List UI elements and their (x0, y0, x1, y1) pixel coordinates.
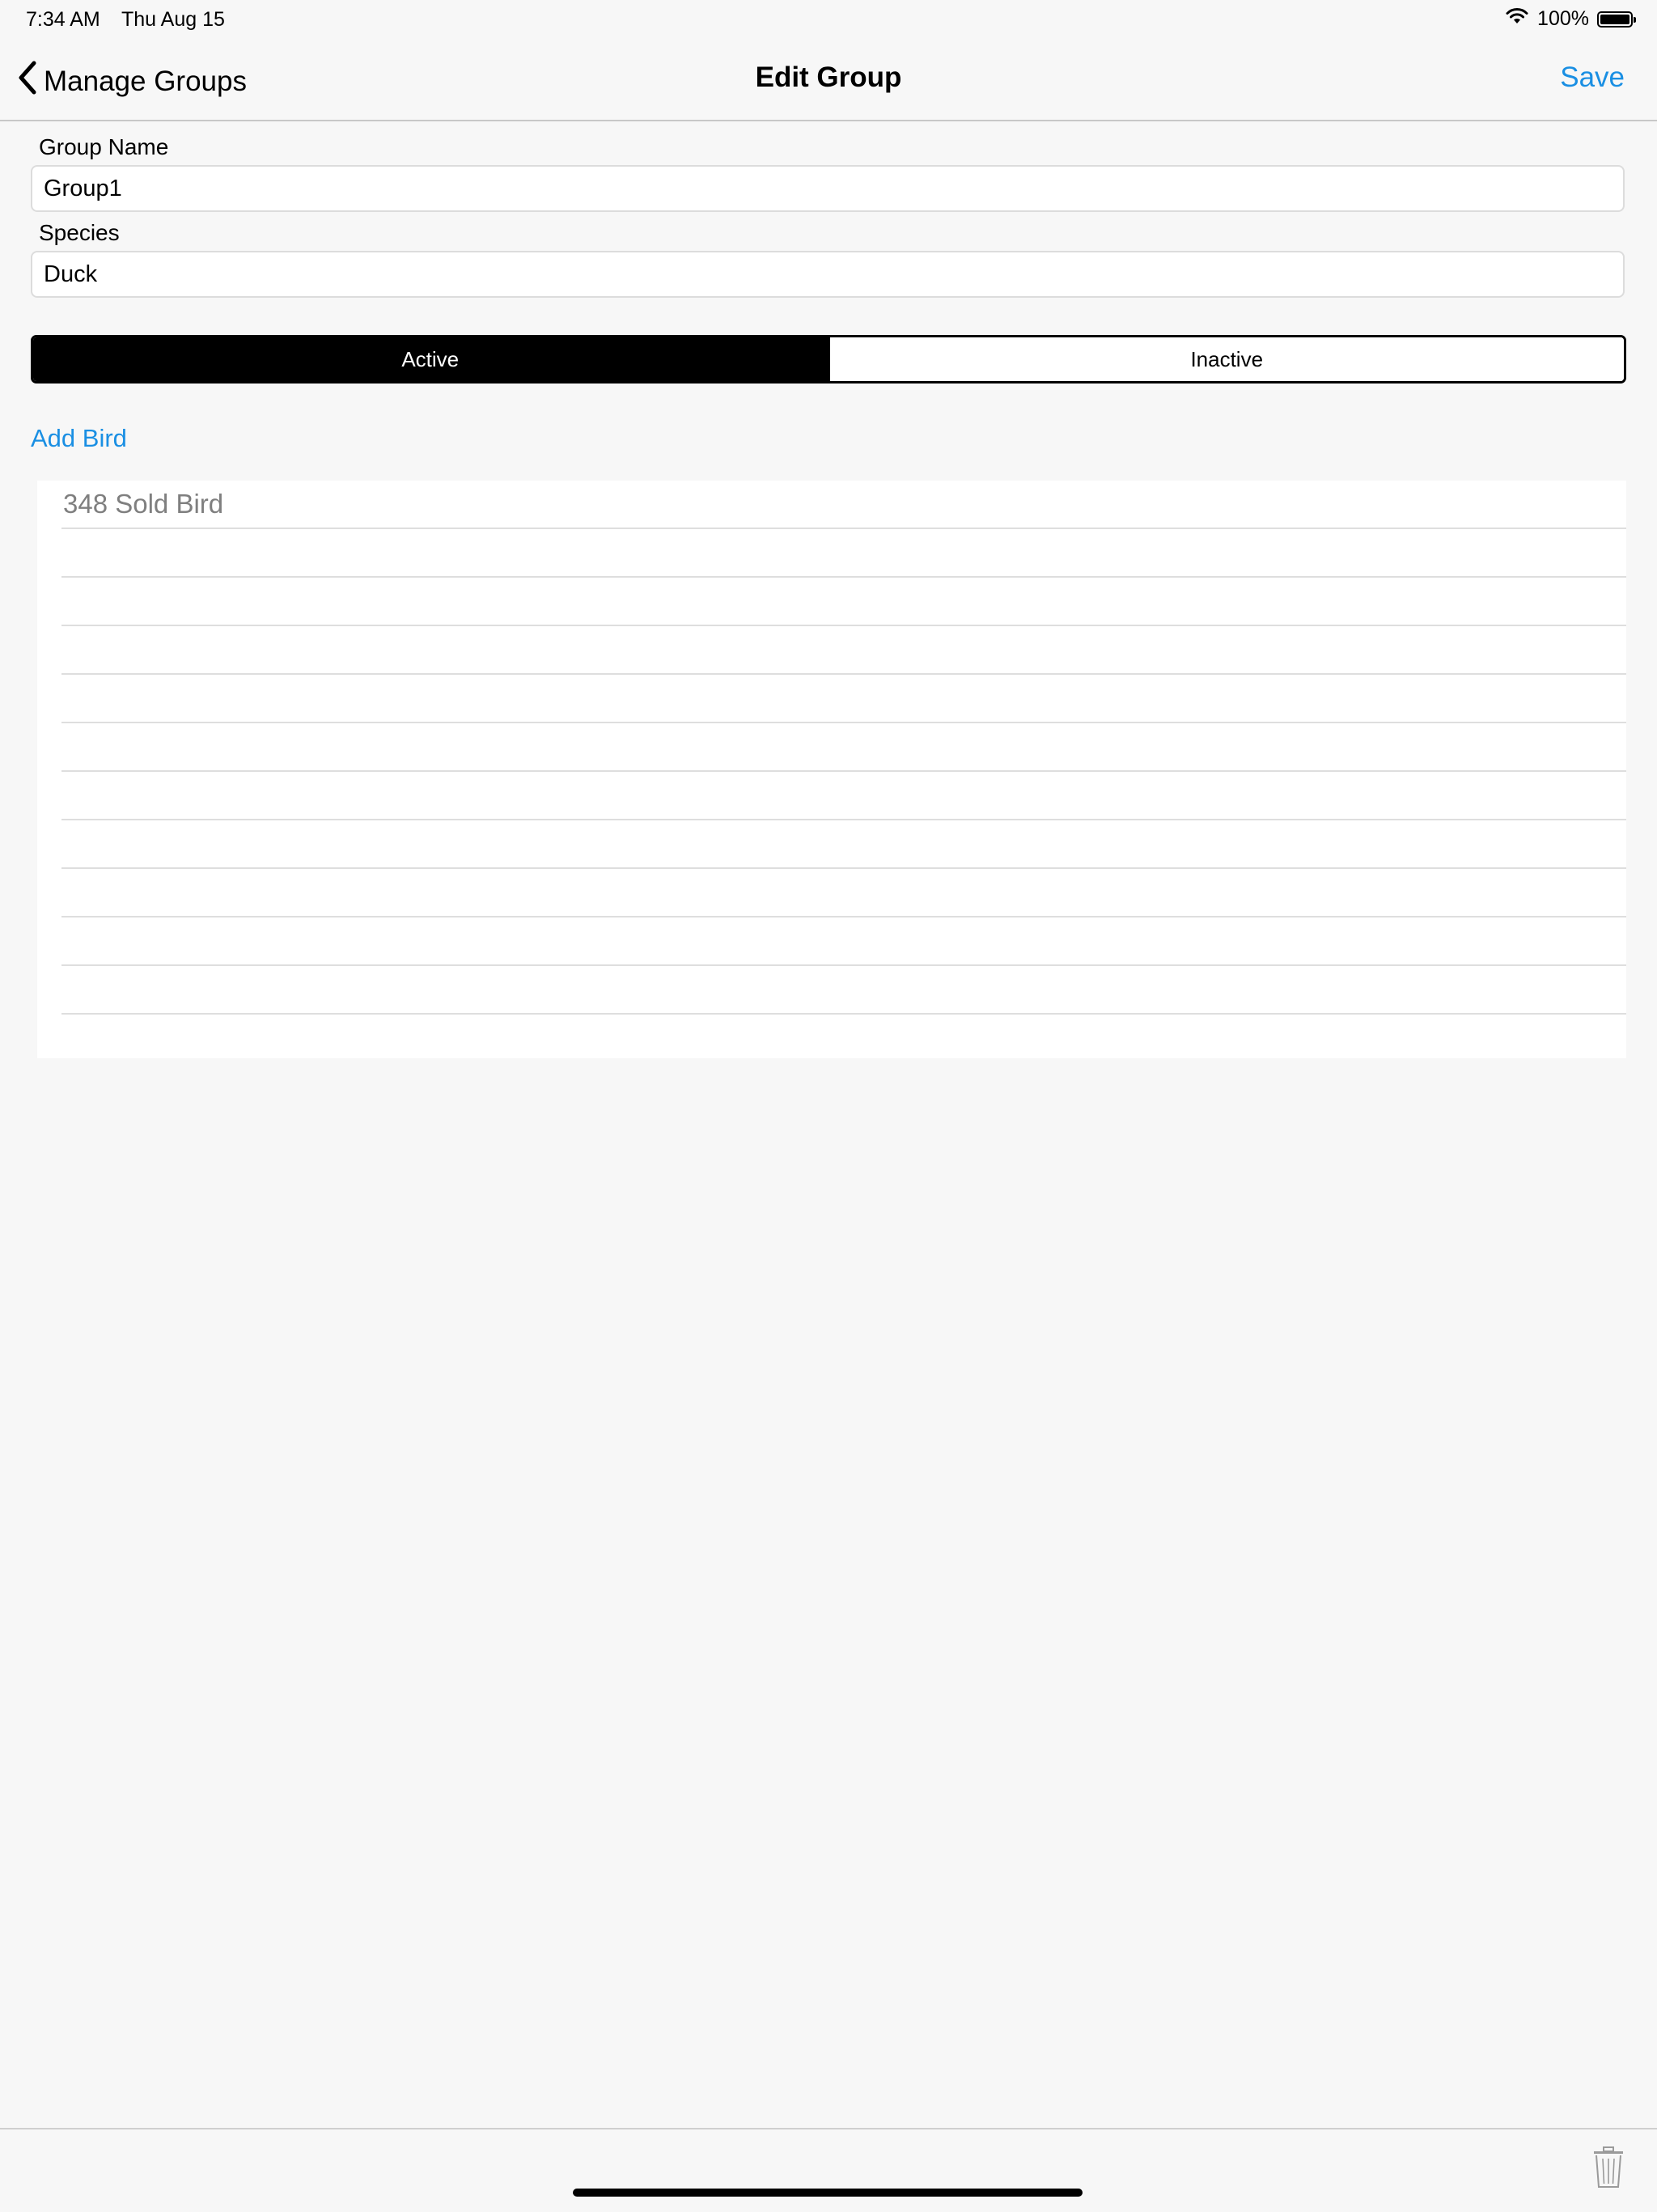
home-indicator (573, 2189, 1083, 2197)
save-button[interactable]: Save (1560, 61, 1625, 94)
list-item[interactable] (61, 529, 1626, 578)
list-item[interactable]: 348 Sold Bird (61, 481, 1626, 529)
bottom-toolbar (0, 2128, 1657, 2212)
page-title: Edit Group (755, 61, 902, 93)
wifi-icon (1505, 6, 1529, 32)
list-item[interactable] (61, 723, 1626, 772)
bird-list: 348 Sold Bird (37, 481, 1626, 1058)
list-item[interactable] (61, 1015, 1626, 1063)
segment-active[interactable]: Active (33, 337, 828, 381)
list-item[interactable] (61, 917, 1626, 966)
battery-fill (1600, 14, 1629, 24)
list-item[interactable] (61, 869, 1626, 917)
battery-icon (1597, 11, 1636, 28)
group-name-label: Group Name (39, 134, 169, 159)
navigation-bar: Manage Groups Edit Group Save (0, 40, 1657, 121)
battery-tip (1634, 16, 1636, 23)
status-time: 7:34 AM (26, 8, 100, 31)
status-segmented-control: Active Inactive (31, 335, 1626, 383)
add-bird-button[interactable]: Add Bird (31, 424, 127, 453)
battery-percentage: 100% (1537, 7, 1589, 30)
list-item[interactable] (61, 772, 1626, 820)
status-bar: 7:34 AM Thu Aug 15 100% (0, 0, 1657, 39)
status-indicators: 100% (1505, 6, 1636, 32)
species-input[interactable] (31, 251, 1625, 298)
list-item[interactable] (61, 820, 1626, 869)
segment-inactive[interactable]: Inactive (827, 337, 1624, 381)
species-label: Species (39, 220, 120, 245)
trash-icon[interactable] (1592, 2146, 1625, 2193)
list-item[interactable] (61, 626, 1626, 675)
group-name-input[interactable] (31, 165, 1625, 212)
list-item[interactable] (61, 966, 1626, 1015)
status-date: Thu Aug 15 (121, 8, 225, 31)
list-item[interactable] (61, 675, 1626, 723)
list-item[interactable] (61, 578, 1626, 626)
